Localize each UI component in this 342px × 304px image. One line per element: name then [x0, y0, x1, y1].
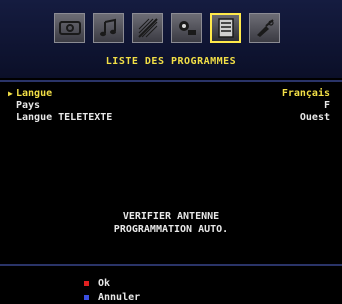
menu-header: LISTE DES PROGRAMMES — [0, 0, 342, 78]
setting-row-language[interactable]: ▶ Langue Français — [0, 88, 342, 100]
blue-key-icon — [84, 294, 89, 300]
setting-label: Langue — [16, 88, 53, 99]
settings-icon[interactable] — [132, 13, 163, 43]
tv-osd-screen: LISTE DES PROGRAMMES ▶ Langue Français P… — [0, 0, 342, 304]
channel-list-icon[interactable] — [210, 13, 241, 43]
action-list: VERIFIER ANTENNE PROGRAMMATION AUTO. — [0, 210, 342, 236]
menu-icon-bar — [54, 13, 280, 43]
legend-cancel: Annuler — [84, 290, 140, 304]
red-key-icon — [84, 280, 89, 286]
settings-list: ▶ Langue Français Pays F Langue TELETEXT… — [0, 88, 342, 124]
key-legend: Ok Annuler — [84, 276, 140, 304]
features-icon[interactable] — [171, 13, 202, 43]
bottom-divider — [0, 264, 342, 266]
top-divider — [0, 80, 342, 82]
picture-icon[interactable] — [54, 13, 85, 43]
source-icon[interactable] — [249, 13, 280, 43]
setting-label: Pays — [16, 100, 41, 111]
sound-icon[interactable] — [93, 13, 124, 43]
auto-program-action[interactable]: PROGRAMMATION AUTO. — [0, 223, 342, 236]
setting-value: Français — [281, 88, 330, 99]
menu-title: LISTE DES PROGRAMMES — [105, 56, 237, 67]
setting-row-country[interactable]: Pays F — [0, 100, 342, 112]
setting-label: Langue TELETEXTE — [16, 112, 113, 123]
setting-value: F — [323, 100, 330, 111]
selection-arrow-icon: ▶ — [8, 89, 13, 98]
setting-row-teletext-language[interactable]: Langue TELETEXTE Ouest — [0, 112, 342, 124]
legend-ok: Ok — [84, 276, 140, 290]
check-antenna-action[interactable]: VERIFIER ANTENNE — [0, 210, 342, 223]
ok-label: Ok — [98, 277, 111, 289]
setting-value: Ouest — [299, 112, 330, 123]
cancel-label: Annuler — [98, 291, 141, 303]
